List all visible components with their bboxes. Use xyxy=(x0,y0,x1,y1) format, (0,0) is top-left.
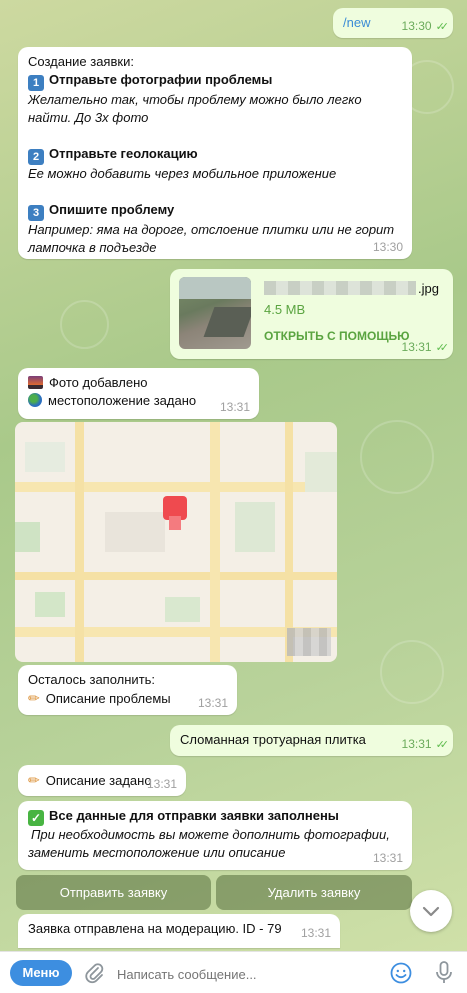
keycap-1-icon: 1 xyxy=(28,75,44,91)
read-checkmarks-icon: ✓✓ xyxy=(435,21,450,33)
outgoing-message[interactable]: /new 13:30 ✓✓ xyxy=(333,8,453,38)
scroll-down-button[interactable] xyxy=(410,890,452,932)
pencil-icon: ✏ xyxy=(28,690,40,706)
message-time: 13:30 ✓✓ xyxy=(401,19,450,33)
paperclip-icon[interactable] xyxy=(83,961,105,985)
message-time: 13:31 xyxy=(372,851,403,865)
all-filled-desc: При необходимость вы можете дополнить фо… xyxy=(31,827,390,842)
step-2-desc: Ее можно добавить через мобильное прилож… xyxy=(28,166,337,181)
incoming-message[interactable]: ✓ Все данные для отправки заявки заполнен… xyxy=(18,801,412,870)
message-time: 13:31 xyxy=(219,400,250,414)
chevron-down-icon xyxy=(422,906,440,917)
submitted-text: Заявка отправлена на модерацию. ID - 79 xyxy=(28,921,282,936)
message-time: 13:31 ✓✓ xyxy=(401,737,450,751)
message-time: 13:31 xyxy=(300,926,331,940)
step-3-desc-2: лампочка в подъезде xyxy=(28,240,157,255)
check-icon: ✓ xyxy=(28,810,44,826)
all-filled-title: ✓ Все данные для отправки заявки заполнен… xyxy=(28,807,402,826)
desc-set-line: ✏ Описание задано xyxy=(28,772,152,788)
microphone-icon[interactable] xyxy=(434,960,454,986)
message-time: 13:31 xyxy=(146,777,177,791)
sunset-photo-icon xyxy=(28,376,43,389)
background-doodle xyxy=(360,420,434,494)
background-doodle xyxy=(60,300,109,349)
photo-added-line: Фото добавлено xyxy=(28,374,249,392)
step-1-desc: Желательно так, чтобы проблему можно был… xyxy=(28,92,362,107)
message-time: 13:31 ✓✓ xyxy=(401,340,450,354)
step-3-title: 3 Опишите проблему xyxy=(28,201,402,221)
incoming-message[interactable]: Осталось заполнить: ✏ Описание проблемы 1… xyxy=(18,665,237,715)
location-set-line: местоположение задано xyxy=(28,392,249,410)
open-with-button[interactable]: ОТКРЫТЬ С ПОМОЩЬЮ xyxy=(264,329,410,343)
menu-button[interactable]: Меню xyxy=(10,960,72,986)
keycap-2-icon: 2 xyxy=(28,149,44,165)
incoming-message[interactable]: ✏ Описание задано 13:31 xyxy=(18,765,186,796)
send-request-button[interactable]: Отправить заявку xyxy=(16,875,211,910)
message-input[interactable] xyxy=(115,960,379,988)
location-map[interactable] xyxy=(15,422,337,662)
outgoing-message[interactable]: Сломанная тротуарная плитка 13:31 ✓✓ xyxy=(170,725,453,756)
message-time: 13:31 xyxy=(197,696,228,710)
message-composer: Меню xyxy=(0,951,467,993)
step-3-desc: Например: яма на дороге, отслоение плитк… xyxy=(28,222,395,237)
map-pin-icon xyxy=(161,496,191,534)
read-checkmarks-icon: ✓✓ xyxy=(435,739,450,751)
incoming-message[interactable]: Создание заявки: 1 Отправьте фотографии п… xyxy=(18,47,412,259)
file-size: 4.5 MB xyxy=(264,302,306,317)
keycap-3-icon: 3 xyxy=(28,205,44,221)
outgoing-file-message[interactable]: .jpg 4.5 MB ОТКРЫТЬ С ПОМОЩЬЮ 13:31 ✓✓ xyxy=(170,269,453,359)
message-time: 13:30 xyxy=(372,240,403,254)
file-extension: .jpg xyxy=(418,281,439,296)
blurred-filename xyxy=(264,281,416,295)
chat-area: /new 13:30 ✓✓ Создание заявки: 1 Отправьте… xyxy=(0,0,467,951)
remaining-title: Осталось заполнить: xyxy=(28,672,156,687)
user-description-text: Сломанная тротуарная плитка xyxy=(180,732,366,747)
photo-thumbnail[interactable] xyxy=(179,277,251,349)
message-title: Создание заявки: xyxy=(28,54,134,69)
incoming-message[interactable]: Фото добавлено местоположение задано 13:… xyxy=(18,368,259,419)
incoming-message[interactable]: Заявка отправлена на модерацию. ID - 79 … xyxy=(18,914,340,948)
emoji-icon[interactable] xyxy=(389,961,413,985)
globe-icon xyxy=(28,393,42,407)
step-2-title: 2 Отправьте геолокацию xyxy=(28,145,402,165)
background-doodle xyxy=(380,640,444,704)
all-filled-desc-2: заменить местоположение или описание xyxy=(28,845,286,860)
read-checkmarks-icon: ✓✓ xyxy=(435,342,450,354)
command-text[interactable]: /new xyxy=(343,15,370,30)
step-1-desc-2: найти. До 3х фото xyxy=(28,110,149,125)
pencil-icon: ✏ xyxy=(28,772,40,788)
step-1-title: 1 Отправьте фотографии проблемы xyxy=(28,71,402,91)
delete-request-button[interactable]: Удалить заявку xyxy=(216,875,412,910)
map-attribution xyxy=(287,628,331,656)
